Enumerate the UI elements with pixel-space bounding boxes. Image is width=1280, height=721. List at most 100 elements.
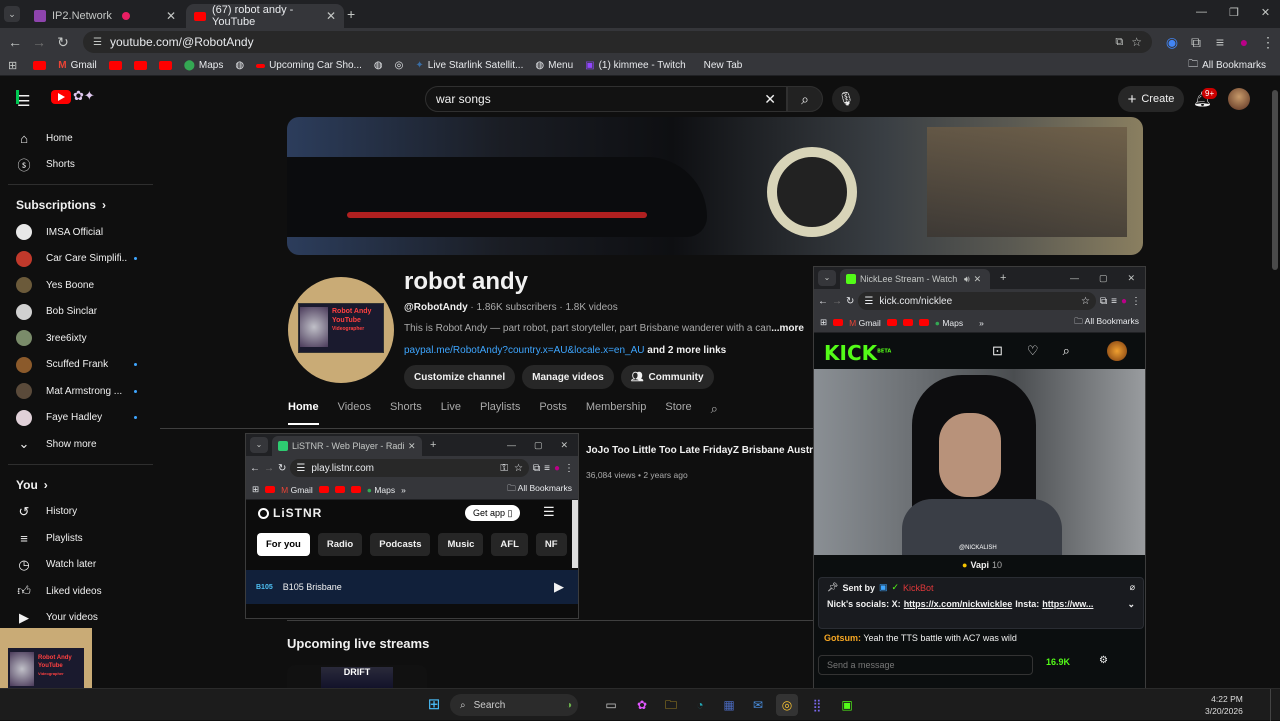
tab-search-icon[interactable]: ⌄ (818, 270, 836, 286)
more-bookmarks-icon[interactable]: » (979, 318, 984, 328)
sidebar-item-subscription[interactable]: Car Care Simplifi... (0, 246, 155, 273)
tab-youtube[interactable]: (67) robot andy - YouTube ✕ (186, 4, 344, 28)
search-input[interactable]: war songs (436, 92, 491, 106)
tab-playlists[interactable]: Playlists (480, 401, 520, 425)
listnr-tab[interactable]: LiSTNR - Web Player - Radio, P ✕ (272, 436, 422, 456)
file-explorer-icon[interactable]: 🗀 (660, 694, 682, 716)
bookmark-menu[interactable]: ◍ Menu (531, 60, 577, 71)
youtube-icon[interactable] (902, 319, 913, 326)
all-bookmarks-folder[interactable]: 🗀 All Bookmarks (1184, 57, 1270, 74)
chrome-menu-icon[interactable]: ⋮ (564, 463, 574, 474)
heart-icon[interactable]: ♡ (1027, 343, 1039, 359)
close-tab-icon[interactable]: ✕ (408, 441, 416, 452)
youtube-icon[interactable] (833, 319, 844, 326)
reload-icon[interactable]: ↻ (278, 463, 286, 474)
user-avatar[interactable] (1107, 341, 1127, 361)
bookmark-maps[interactable]: ● Maps (367, 485, 395, 495)
manage-videos-button[interactable]: Manage videos (522, 365, 614, 389)
extensions-puzzle-icon[interactable]: ⧉ (1184, 34, 1208, 51)
stream-video-player[interactable]: @NICKALISH (814, 369, 1145, 555)
windows-start-icon[interactable]: ⊞ (423, 694, 445, 716)
chip-radio[interactable]: Radio (317, 533, 363, 556)
system-clock[interactable]: 4:22 PM 3/20/2026 (1205, 693, 1243, 717)
upcoming-stream-thumbnail[interactable]: DRIFT (287, 665, 427, 688)
youtube-icon[interactable] (265, 486, 276, 493)
sidebar-item-home[interactable]: ⌂ Home (0, 125, 155, 152)
close-window-icon[interactable]: ✕ (1127, 273, 1135, 284)
tab-membership[interactable]: Membership (586, 401, 647, 425)
chat-input[interactable]: Send a message (818, 655, 1033, 675)
paypal-link[interactable]: paypal.me/RobotAndy?country.x=AU&locale.… (404, 345, 645, 356)
channel-points[interactable]: ● Vapi 10 (962, 560, 1002, 570)
chip-podcasts[interactable]: Podcasts (370, 533, 431, 556)
edge-icon[interactable]: ◔ (689, 694, 711, 716)
you-header[interactable]: You › (0, 471, 155, 499)
maximize-icon[interactable]: ▢ (534, 440, 543, 451)
minimize-icon[interactable]: — (1070, 273, 1079, 284)
app-grid-icon[interactable]: ⣿ (806, 694, 828, 716)
tab-posts[interactable]: Posts (539, 401, 567, 425)
new-tab-button[interactable]: + (1000, 272, 1006, 284)
more-links[interactable]: and 2 more links (647, 345, 726, 356)
page-scrollbar[interactable] (1272, 90, 1278, 270)
kick-address-bar[interactable]: ☰ kick.com/nicklee ☆ (858, 292, 1096, 310)
media-control-icon[interactable]: ≡ (1111, 296, 1117, 307)
chip-for-you[interactable]: For you (257, 533, 310, 556)
featured-video-title[interactable]: JoJo Too Little Too Late FridayZ Brisban… (586, 445, 814, 456)
listnr-menu-icon[interactable]: ☰ (543, 504, 555, 520)
copilot-icon[interactable]: ✿ (631, 694, 653, 716)
bookmark-car-show[interactable]: Upcoming Car Sho... (252, 60, 366, 71)
forward-icon[interactable]: → (264, 463, 274, 474)
subscriptions-header[interactable]: Subscriptions › (0, 191, 155, 219)
back-icon[interactable]: ← (250, 463, 260, 474)
new-tab-button[interactable]: + (347, 6, 355, 22)
bookmark-youtube[interactable] (105, 61, 126, 70)
youtube-logo[interactable] (51, 90, 71, 104)
search-button[interactable]: ⌕ (787, 86, 823, 112)
password-key-icon[interactable]: ⚿ (500, 463, 508, 474)
chip-afl[interactable]: AFL (491, 533, 528, 556)
description-more-link[interactable]: ...more (771, 323, 804, 334)
sidebar-item-history[interactable]: ↺ History (0, 499, 155, 526)
address-bar[interactable]: ☰ youtube.com/@RobotAndy ⧉ ☆ (83, 31, 1152, 53)
search-icon[interactable]: ⌕ (1063, 343, 1070, 359)
chip-music[interactable]: Music (438, 533, 484, 556)
bookmark-globe[interactable]: ◍ (231, 60, 248, 71)
expand-chevron-icon[interactable]: ⌄ (1127, 599, 1135, 610)
install-app-icon[interactable]: ⧉ (1115, 36, 1123, 49)
channel-search-icon[interactable]: ⌕ (711, 401, 718, 425)
maximize-icon[interactable]: ❐ (1229, 6, 1239, 19)
bookmark-youtube[interactable] (155, 61, 176, 70)
minimize-icon[interactable]: — (507, 440, 516, 451)
extensions-puzzle-icon[interactable]: ⧉ (533, 463, 540, 474)
sidebar-item-subscription[interactable]: IMSA Official (0, 219, 155, 246)
taskbar-search[interactable]: ⌕ Search ◑ (450, 694, 578, 716)
show-desktop-button[interactable] (1270, 689, 1274, 721)
sidebar-item-subscription[interactable]: Faye Hadley (0, 405, 155, 432)
settings-gear-icon[interactable]: ⚙ (1099, 655, 1108, 666)
bookmark-youtube[interactable] (29, 61, 50, 70)
bookmark-chrome[interactable]: ◎ (391, 60, 408, 71)
youtube-icon[interactable] (886, 319, 897, 326)
x-social-link[interactable]: https://x.com/nickwicklee (904, 599, 1013, 610)
customize-channel-button[interactable]: Customize channel (404, 365, 516, 389)
account-avatar[interactable] (1228, 88, 1250, 110)
create-button[interactable]: + Create (1118, 86, 1184, 112)
apps-grid-icon[interactable]: ⊞ (8, 59, 17, 72)
youtube-icon[interactable] (318, 486, 329, 493)
sidebar-item-subscription[interactable]: Yes Boone (0, 272, 155, 299)
youtube-icon[interactable] (918, 319, 929, 326)
apps-grid-icon[interactable]: ⊞ (820, 317, 827, 328)
youtube-icon[interactable] (334, 486, 345, 493)
bookmark-starlink[interactable]: ✦ Live Starlink Satellit... (411, 60, 527, 71)
bookmark-maps[interactable]: ⬤ Maps (180, 60, 228, 71)
kick-taskbar-icon[interactable]: ▣ (836, 694, 858, 716)
back-icon[interactable]: ← (818, 296, 828, 307)
all-bookmarks-folder[interactable]: 🗀 All Bookmarks (507, 483, 572, 497)
play-icon[interactable]: ▶ (554, 579, 564, 595)
bookmark-youtube[interactable] (130, 61, 151, 70)
all-bookmarks-folder[interactable]: 🗀 All Bookmarks (1074, 316, 1139, 330)
bookmark-globe[interactable]: ◍ (370, 60, 387, 71)
task-view-icon[interactable]: ▭ (600, 694, 622, 716)
bookmark-gmail[interactable]: M Gmail (54, 60, 100, 71)
